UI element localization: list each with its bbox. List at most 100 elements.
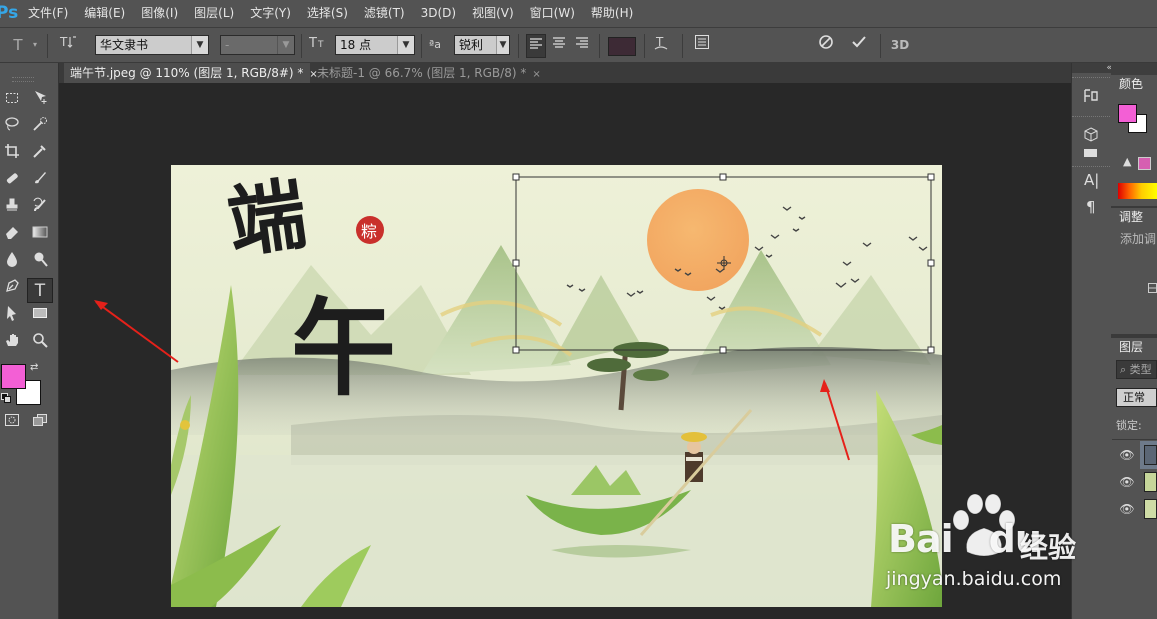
default-colors-icon[interactable] bbox=[1, 392, 11, 403]
menu-3d[interactable]: 3D(D) bbox=[413, 0, 464, 27]
eraser-tool-icon[interactable] bbox=[0, 224, 24, 248]
3d-icon[interactable]: 3D bbox=[888, 34, 912, 56]
close-icon[interactable]: × bbox=[532, 69, 540, 80]
dodge-tool-icon[interactable] bbox=[28, 251, 52, 275]
gamut-color-chip[interactable] bbox=[1138, 157, 1151, 170]
character-panel-icon[interactable] bbox=[692, 34, 712, 57]
tab-label: 端午节.jpeg @ 110% (图层 1, RGB/8#) * bbox=[70, 66, 304, 80]
dock-collapse[interactable]: « bbox=[1072, 63, 1112, 73]
panel-foreground-swatch[interactable] bbox=[1118, 104, 1137, 123]
chevron-down-icon[interactable]: ▾ bbox=[30, 34, 40, 56]
menu-image[interactable]: 图像(I) bbox=[133, 0, 186, 27]
type-tool-preset-icon[interactable]: T bbox=[8, 34, 28, 56]
layer-thumbnail bbox=[1144, 445, 1157, 465]
warp-text-icon[interactable]: T bbox=[650, 34, 672, 59]
screen-mode-icon[interactable] bbox=[28, 412, 52, 436]
svg-text:T: T bbox=[309, 36, 317, 50]
menu-view[interactable]: 视图(V) bbox=[464, 0, 522, 27]
foreground-color-swatch[interactable] bbox=[1, 364, 26, 389]
marquee-tool-icon[interactable] bbox=[0, 89, 24, 113]
paragraph-panel-icon[interactable]: ¶ bbox=[1086, 198, 1108, 220]
menu-layer[interactable]: 图层(L) bbox=[186, 0, 242, 27]
menu-window[interactable]: 窗口(W) bbox=[522, 0, 583, 27]
tab-document-2[interactable]: 未标题-1 @ 66.7% (图层 1, RGB/8) * × bbox=[311, 63, 541, 83]
adjustment-icon[interactable] bbox=[1148, 282, 1157, 293]
rectangle-tool-icon[interactable] bbox=[28, 305, 52, 329]
healing-brush-icon[interactable] bbox=[0, 170, 24, 194]
menu-bar: Ps 文件(F) 编辑(E) 图像(I) 图层(L) 文字(Y) 选择(S) 滤… bbox=[0, 0, 1157, 27]
options-bar: T ▾ T 华文隶书 ▼ - ▼ TT 18 点 ▼ ªa 锐利 ▼ T 3D bbox=[0, 27, 1157, 63]
clone-stamp-icon[interactable] bbox=[0, 197, 24, 221]
eye-icon[interactable]: 👁 bbox=[1118, 473, 1136, 491]
eyedropper-icon[interactable] bbox=[28, 143, 52, 167]
chevron-down-icon: ▼ bbox=[496, 36, 509, 54]
blend-mode-select[interactable]: 正常 bbox=[1116, 388, 1157, 407]
menu-help[interactable]: 帮助(H) bbox=[583, 0, 641, 27]
history-brush-icon[interactable] bbox=[28, 197, 52, 221]
app-logo: Ps bbox=[0, 3, 19, 23]
crop-tool-icon[interactable] bbox=[0, 143, 24, 167]
move-tool-icon[interactable] bbox=[28, 89, 52, 113]
blur-tool-icon[interactable] bbox=[0, 251, 24, 275]
adjustments-add-label: 添加调 bbox=[1120, 232, 1157, 246]
pen-tool-icon[interactable] bbox=[0, 278, 24, 302]
align-left-icon[interactable] bbox=[526, 34, 546, 58]
tab-layers[interactable]: 图层 bbox=[1113, 338, 1157, 356]
font-size-select[interactable]: 18 点 ▼ bbox=[335, 35, 415, 55]
menu-type[interactable]: 文字(Y) bbox=[242, 0, 299, 27]
artwork-title-char-1: 端 bbox=[222, 168, 312, 269]
align-center-icon[interactable] bbox=[549, 34, 569, 56]
3d-panel-icon[interactable] bbox=[1082, 126, 1104, 148]
font-style-select[interactable]: - ▼ bbox=[220, 35, 295, 55]
color-ramp[interactable] bbox=[1118, 183, 1157, 199]
watermark-cn: 经验 bbox=[1020, 531, 1077, 564]
cancel-icon[interactable] bbox=[815, 34, 837, 57]
type-tool-icon[interactable]: T bbox=[27, 278, 53, 303]
lasso-tool-icon[interactable] bbox=[0, 116, 24, 140]
antialias-value: 锐利 bbox=[459, 38, 484, 52]
quick-selection-icon[interactable] bbox=[28, 116, 52, 140]
brush-tool-icon[interactable] bbox=[28, 170, 52, 194]
antialias-icon: ªa bbox=[429, 38, 441, 51]
antialias-select[interactable]: 锐利 ▼ bbox=[454, 35, 510, 55]
gradient-tool-icon[interactable] bbox=[28, 224, 52, 248]
search-icon: ⌕ bbox=[1120, 363, 1127, 376]
svg-text:T: T bbox=[317, 40, 324, 50]
document-canvas[interactable]: 端 午 粽 bbox=[171, 165, 942, 607]
quick-mask-icon[interactable] bbox=[0, 412, 24, 436]
text-orientation-icon[interactable]: T bbox=[56, 34, 80, 57]
hand-tool-icon[interactable] bbox=[0, 332, 24, 356]
swap-colors-icon[interactable]: ⇄ bbox=[30, 362, 42, 374]
tab-color[interactable]: 颜色 bbox=[1113, 75, 1157, 93]
artwork-seal-char: 粽 bbox=[361, 222, 377, 241]
chevron-down-icon: ▼ bbox=[277, 36, 294, 54]
menu-filter[interactable]: 滤镜(T) bbox=[356, 0, 413, 27]
layer-thumbnail bbox=[1144, 472, 1157, 492]
menu-file[interactable]: 文件(F) bbox=[20, 0, 76, 27]
lock-label: 锁定: bbox=[1116, 419, 1142, 432]
menu-edit[interactable]: 编辑(E) bbox=[76, 0, 133, 27]
dock-grip bbox=[1072, 77, 1110, 78]
tab-document-1[interactable]: 端午节.jpeg @ 110% (图层 1, RGB/8#) * × bbox=[64, 63, 318, 83]
text-color-swatch[interactable] bbox=[608, 37, 636, 56]
dock-grip bbox=[1072, 166, 1110, 167]
eye-icon[interactable]: 👁 bbox=[1118, 446, 1136, 464]
path-selection-icon[interactable] bbox=[0, 305, 24, 329]
layer-thumbnail bbox=[1144, 499, 1157, 519]
menu-select[interactable]: 选择(S) bbox=[299, 0, 356, 27]
align-right-icon[interactable] bbox=[572, 34, 592, 56]
character-panel-icon[interactable]: A| bbox=[1084, 171, 1106, 193]
dock-grip bbox=[1072, 116, 1110, 117]
artwork-title-char-2: 午 bbox=[291, 286, 396, 410]
layer-filter-field[interactable]: ⌕ 类型 bbox=[1116, 360, 1157, 379]
commit-check-icon[interactable] bbox=[848, 34, 870, 57]
chevron-down-icon: ▼ bbox=[191, 36, 208, 54]
gamut-warning-icon: ▲ bbox=[1123, 155, 1132, 168]
chevron-down-icon: ▼ bbox=[397, 36, 414, 54]
font-family-select[interactable]: 华文隶书 ▼ bbox=[95, 35, 209, 55]
zoom-tool-icon[interactable] bbox=[28, 332, 52, 356]
history-panel-icon[interactable] bbox=[1082, 87, 1104, 109]
tab-adjustments[interactable]: 调整 bbox=[1113, 208, 1157, 226]
layer-comps-icon[interactable] bbox=[1082, 147, 1104, 161]
eye-icon[interactable]: 👁 bbox=[1118, 500, 1136, 518]
